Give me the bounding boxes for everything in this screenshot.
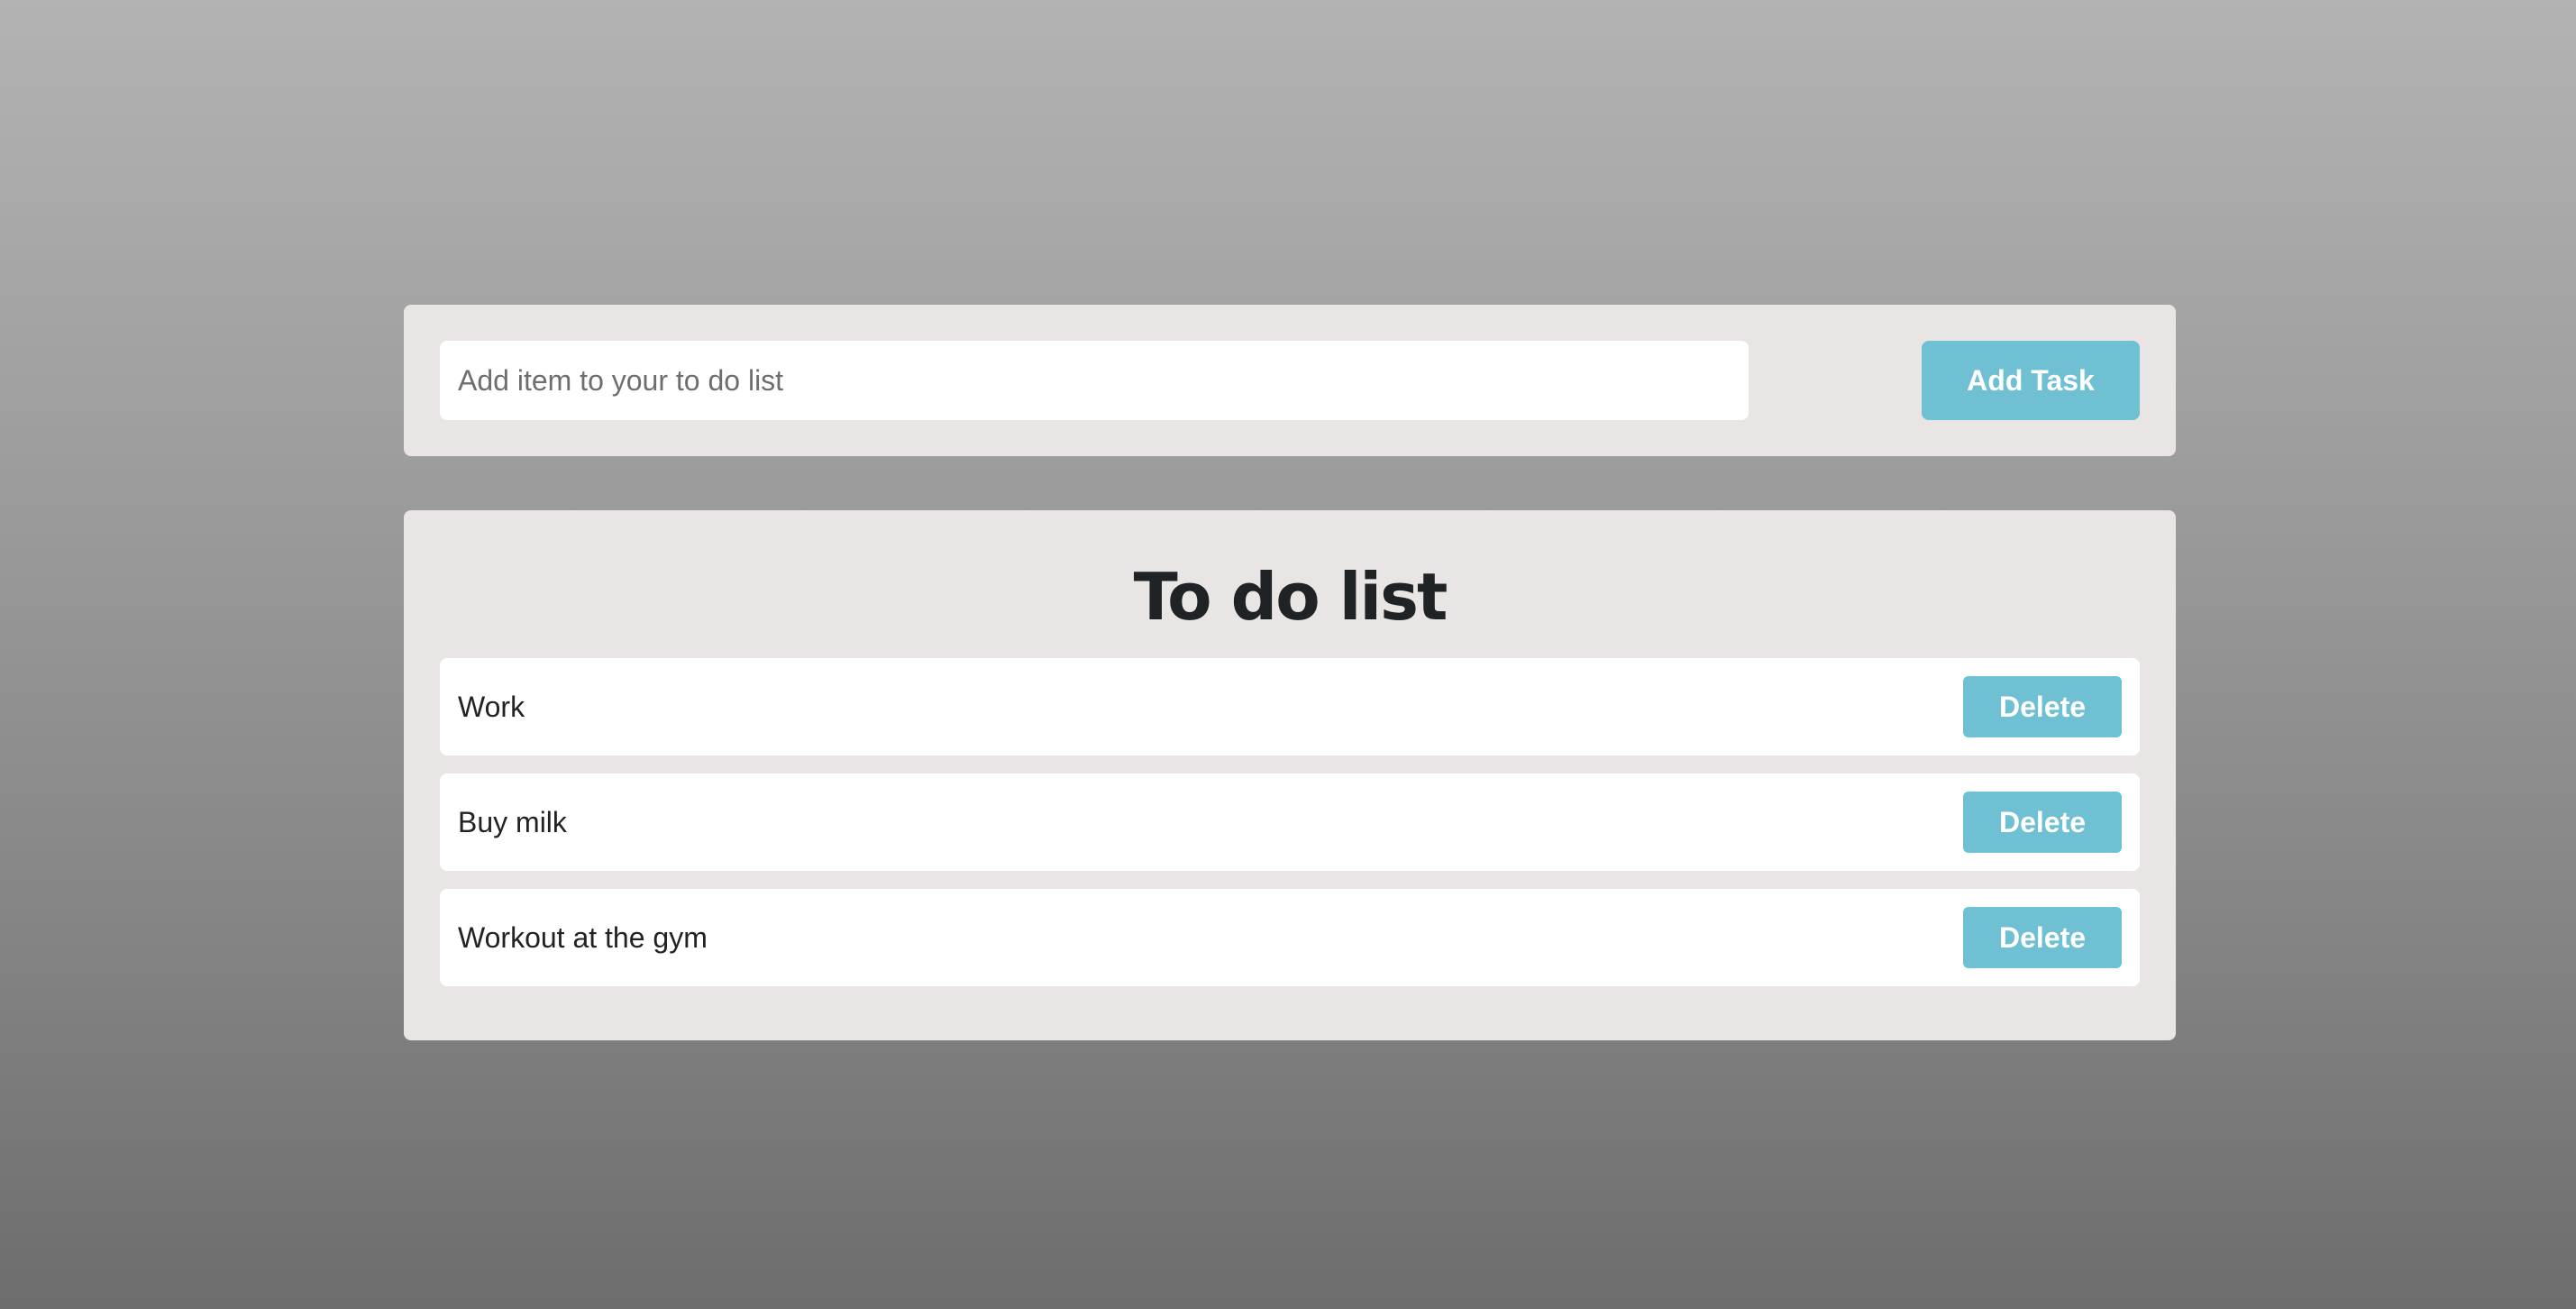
- add-task-panel: Add Task: [404, 305, 2176, 456]
- todo-list: Work Delete Buy milk Delete Workout at t…: [440, 658, 2140, 1004]
- todo-item: Workout at the gym Delete: [440, 889, 2140, 986]
- delete-button[interactable]: Delete: [1963, 792, 2122, 853]
- todo-item-text: Workout at the gym: [458, 920, 708, 954]
- todo-list-panel: To do list Work Delete Buy milk Delete W…: [404, 510, 2176, 1040]
- todo-item: Work Delete: [440, 658, 2140, 755]
- todo-item-text: Work: [458, 690, 525, 723]
- delete-button[interactable]: Delete: [1963, 907, 2122, 968]
- task-input[interactable]: [440, 341, 1749, 420]
- delete-button[interactable]: Delete: [1963, 676, 2122, 737]
- todo-item-text: Buy milk: [458, 805, 567, 838]
- add-task-button[interactable]: Add Task: [1922, 341, 2140, 420]
- list-title: To do list: [1133, 559, 1448, 635]
- todo-item: Buy milk Delete: [440, 774, 2140, 871]
